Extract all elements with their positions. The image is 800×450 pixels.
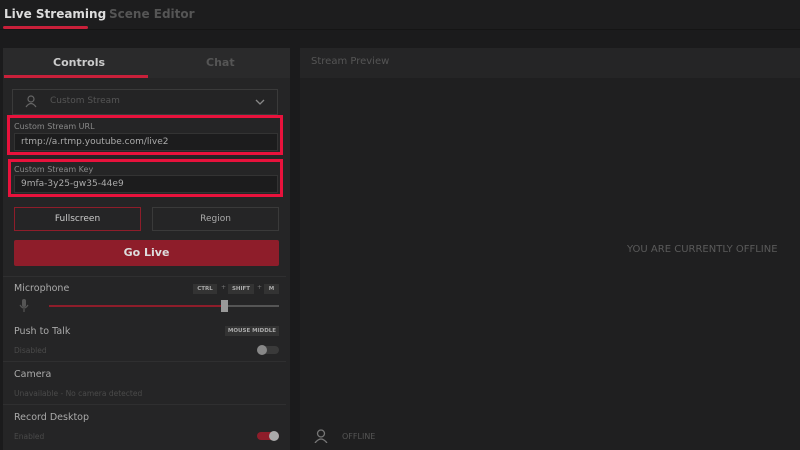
microphone-icon[interactable]: [19, 299, 29, 313]
camera-label: Camera: [14, 369, 52, 380]
tab-scene-editor[interactable]: Scene Editor: [109, 7, 195, 21]
tab-chat[interactable]: Chat: [206, 56, 235, 69]
fullscreen-button[interactable]: Fullscreen: [14, 207, 141, 231]
active-subtab-indicator: [4, 75, 148, 78]
toggle-knob: [257, 345, 267, 355]
preview-title: Stream Preview: [311, 56, 390, 67]
region-button[interactable]: Region: [152, 207, 279, 231]
hotkey-separator: +: [221, 284, 227, 291]
stream-status: OFFLINE: [342, 432, 376, 441]
divider: [3, 276, 286, 277]
record-desktop-toggle[interactable]: [257, 431, 279, 441]
microphone-label: Microphone: [14, 283, 70, 294]
push-to-talk-toggle[interactable]: [257, 345, 279, 355]
active-tab-indicator: [3, 26, 88, 29]
stream-service-value: Custom Stream: [50, 96, 120, 106]
top-tab-bar: Live Streaming Scene Editor: [0, 0, 800, 30]
tab-controls[interactable]: Controls: [53, 56, 105, 69]
user-icon: [314, 429, 328, 443]
go-live-button[interactable]: Go Live: [14, 240, 279, 266]
stream-url-input[interactable]: rtmp://a.rtmp.youtube.com/live2: [14, 133, 278, 151]
record-desktop-label: Record Desktop: [14, 412, 90, 423]
divider: [3, 361, 286, 362]
user-icon: [25, 95, 37, 108]
hotkey-separator: +: [257, 284, 263, 291]
chevron-down-icon: [255, 99, 265, 105]
stream-preview-panel: Stream Preview YOU ARE CURRENTLY OFFLINE…: [300, 48, 800, 450]
camera-status: Unavailable - No camera detected: [14, 389, 143, 398]
push-to-talk-hotkey[interactable]: MOUSE MIDDLE: [225, 326, 279, 336]
volume-thumb[interactable]: [220, 300, 228, 312]
divider: [3, 404, 286, 405]
hotkey-ctrl: CTRL: [193, 284, 217, 294]
record-desktop-status: Enabled: [14, 432, 45, 441]
preview-header: Stream Preview: [300, 48, 800, 78]
microphone-volume-slider[interactable]: [49, 300, 279, 312]
stream-url-label: Custom Stream URL: [14, 122, 95, 131]
panel-tabs: Controls Chat: [3, 48, 290, 78]
hotkey-shift: SHIFT: [228, 284, 254, 294]
push-to-talk-status: Disabled: [14, 346, 47, 355]
push-to-talk-label: Push to Talk: [14, 326, 71, 337]
hotkey-m: M: [264, 284, 279, 294]
stream-key-input[interactable]: 9mfa-3y25-gw35-44e9: [14, 175, 278, 193]
offline-message: YOU ARE CURRENTLY OFFLINE: [627, 244, 778, 255]
toggle-knob: [269, 431, 279, 441]
stream-key-label: Custom Stream Key: [14, 165, 94, 174]
stream-service-select[interactable]: Custom Stream: [12, 89, 278, 115]
tab-live-streaming[interactable]: Live Streaming: [4, 7, 106, 21]
volume-fill: [49, 305, 224, 307]
